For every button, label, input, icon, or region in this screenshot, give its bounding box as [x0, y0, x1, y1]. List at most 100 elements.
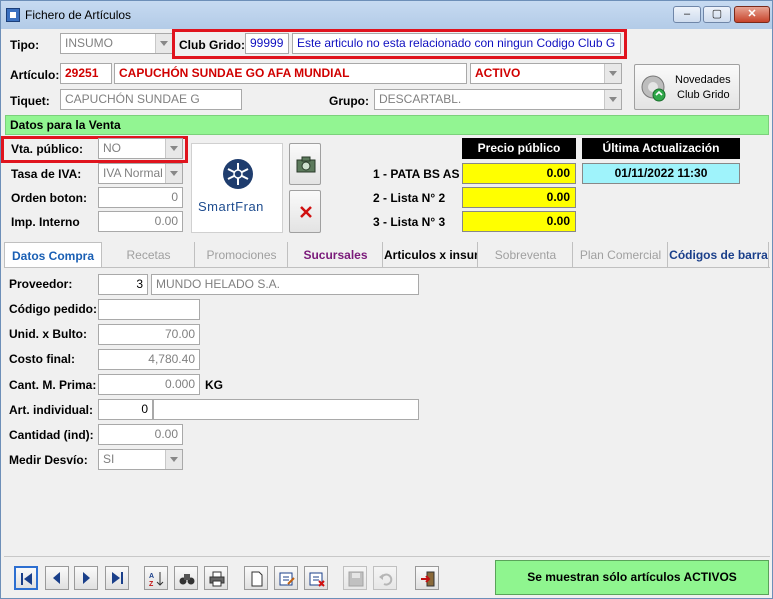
- price-1-field[interactable]: 0.00: [462, 163, 576, 184]
- art-individual-code-field[interactable]: 0: [98, 399, 153, 420]
- estado-select[interactable]: ACTIVO: [470, 63, 622, 84]
- articulo-name-field[interactable]: CAPUCHÓN SUNDAE GO AFA MUNDIAL: [114, 63, 467, 84]
- art-individual-name-field[interactable]: [153, 399, 419, 420]
- chevron-down-icon: [165, 164, 182, 183]
- last-record-button[interactable]: [105, 566, 129, 590]
- novedades-label: Novedades: [675, 74, 731, 86]
- tab-datos-compra[interactable]: Datos Compra: [4, 242, 102, 269]
- codigo-pedido-label: Código pedido:: [9, 302, 97, 316]
- chevron-down-icon: [165, 139, 182, 158]
- tab-promociones[interactable]: Promociones: [196, 242, 288, 268]
- club-grido-label: Club Grido:: [179, 38, 245, 52]
- first-icon: [21, 573, 32, 585]
- codigo-pedido-field[interactable]: [98, 299, 200, 320]
- imp-interno-field[interactable]: 0.00: [98, 211, 183, 232]
- price-3-label: 3 - Lista N° 3: [373, 215, 446, 229]
- tiquet-field[interactable]: CAPUCHÓN SUNDAE G: [60, 89, 242, 110]
- novedades-club-grido-button[interactable]: Novedades Club Grido: [634, 64, 740, 110]
- tipo-value: INSUMO: [65, 36, 113, 50]
- proveedor-code-field[interactable]: 3: [98, 274, 148, 295]
- club-grido-code-field[interactable]: 99999: [245, 33, 289, 54]
- tab-recetas[interactable]: Recetas: [103, 242, 195, 268]
- close-button[interactable]: ✕: [734, 6, 770, 23]
- delete-photo-button[interactable]: [289, 190, 321, 233]
- search-button[interactable]: [174, 566, 198, 590]
- maximize-button[interactable]: ▢: [703, 6, 731, 23]
- tab-plan-comercial[interactable]: Plan Comercial: [574, 242, 668, 268]
- save-button[interactable]: [343, 566, 367, 590]
- venta-section-header: Datos para la Venta: [5, 115, 769, 135]
- save-icon: [348, 571, 364, 587]
- costo-final-field[interactable]: 4,780.40: [98, 349, 200, 370]
- tipo-select[interactable]: INSUMO: [60, 33, 173, 54]
- precio-publico-header: Precio público: [462, 138, 576, 159]
- first-record-button[interactable]: [14, 566, 38, 590]
- orden-boton-label: Orden boton:: [11, 191, 87, 205]
- proveedor-label: Proveedor:: [9, 277, 73, 291]
- cant-mprima-label: Cant. M. Prima:: [9, 378, 97, 392]
- main-window: Fichero de Artículos – ▢ ✕ Tipo: INSUMO …: [0, 0, 773, 599]
- edit-icon: [279, 572, 295, 586]
- next-icon: [83, 572, 90, 584]
- undo-button[interactable]: [373, 566, 397, 590]
- svg-text:Z: Z: [149, 581, 154, 587]
- undo-icon: [379, 573, 393, 586]
- last-icon: [112, 572, 123, 584]
- proveedor-name-field[interactable]: MUNDO HELADO S.A.: [151, 274, 419, 295]
- estado-value: ACTIVO: [475, 66, 521, 80]
- smartfran-logo-mark: [223, 159, 253, 189]
- orden-boton-field[interactable]: 0: [98, 187, 183, 208]
- tab-sobreventa[interactable]: Sobreventa: [479, 242, 573, 268]
- grupo-select[interactable]: DESCARTABL.: [374, 89, 622, 110]
- unid-bulto-field[interactable]: 70.00: [98, 324, 200, 345]
- tipo-label: Tipo:: [10, 38, 40, 52]
- ultima-actualizacion-header: Última Actualización: [582, 138, 740, 159]
- chevron-down-icon: [165, 450, 182, 469]
- ultima-actualizacion-value: 01/11/2022 11:30: [582, 163, 740, 184]
- previous-icon: [53, 572, 60, 584]
- previous-record-button[interactable]: [45, 566, 69, 590]
- binoculars-icon: [179, 574, 195, 585]
- sort-button[interactable]: AZ: [144, 566, 168, 590]
- cant-mprima-field[interactable]: 0.000: [98, 374, 200, 395]
- title-bar: Fichero de Artículos – ▢ ✕: [1, 1, 772, 29]
- vta-publico-select[interactable]: NO: [98, 138, 183, 159]
- costo-final-label: Costo final:: [9, 352, 75, 366]
- vta-publico-value: NO: [103, 141, 121, 155]
- minimize-button[interactable]: –: [673, 6, 701, 23]
- cantidad-ind-field[interactable]: 0.00: [98, 424, 183, 445]
- edit-record-button[interactable]: [274, 566, 298, 590]
- exit-button[interactable]: [415, 566, 439, 590]
- print-button[interactable]: [204, 566, 228, 590]
- tab-sucursales[interactable]: Sucursales: [289, 242, 383, 268]
- price-1-label: 1 - PATA BS AS :: [373, 167, 467, 181]
- medir-desvio-select[interactable]: SI: [98, 449, 183, 470]
- close-icon: [300, 206, 312, 218]
- camera-icon: [296, 156, 316, 173]
- app-icon: [6, 8, 20, 22]
- new-record-button[interactable]: [244, 566, 268, 590]
- medir-desvio-value: SI: [103, 452, 115, 466]
- photo-button[interactable]: [289, 143, 321, 185]
- delete-record-button[interactable]: [304, 566, 328, 590]
- refresh-icon: [641, 75, 666, 102]
- delete-icon: [309, 572, 325, 587]
- price-3-field[interactable]: 0.00: [462, 211, 576, 232]
- medir-desvio-label: Medir Desvío:: [9, 453, 88, 467]
- tab-codigos-de-barra[interactable]: Códigos de barra: [669, 242, 769, 268]
- next-record-button[interactable]: [74, 566, 98, 590]
- tab-articulos-x-insumo[interactable]: Articulos x insumo: [384, 242, 478, 268]
- articulo-label: Artículo:: [10, 68, 60, 82]
- tasa-iva-select[interactable]: IVA Normal: [98, 163, 183, 184]
- grupo-label: Grupo:: [329, 94, 369, 108]
- articulo-code-field[interactable]: 29251: [60, 63, 112, 84]
- cantidad-ind-label: Cantidad (ind):: [9, 428, 94, 442]
- grupo-value: DESCARTABL.: [379, 92, 462, 106]
- tasa-iva-value: IVA Normal: [103, 166, 163, 180]
- price-2-field[interactable]: 0.00: [462, 187, 576, 208]
- smartfran-logo-text: SmartFran: [198, 199, 264, 214]
- svg-text:A: A: [149, 573, 154, 580]
- chevron-down-icon: [604, 64, 621, 83]
- new-document-icon: [251, 571, 263, 587]
- active-articles-filter-button[interactable]: Se muestran sólo artículos ACTIVOS: [495, 560, 769, 595]
